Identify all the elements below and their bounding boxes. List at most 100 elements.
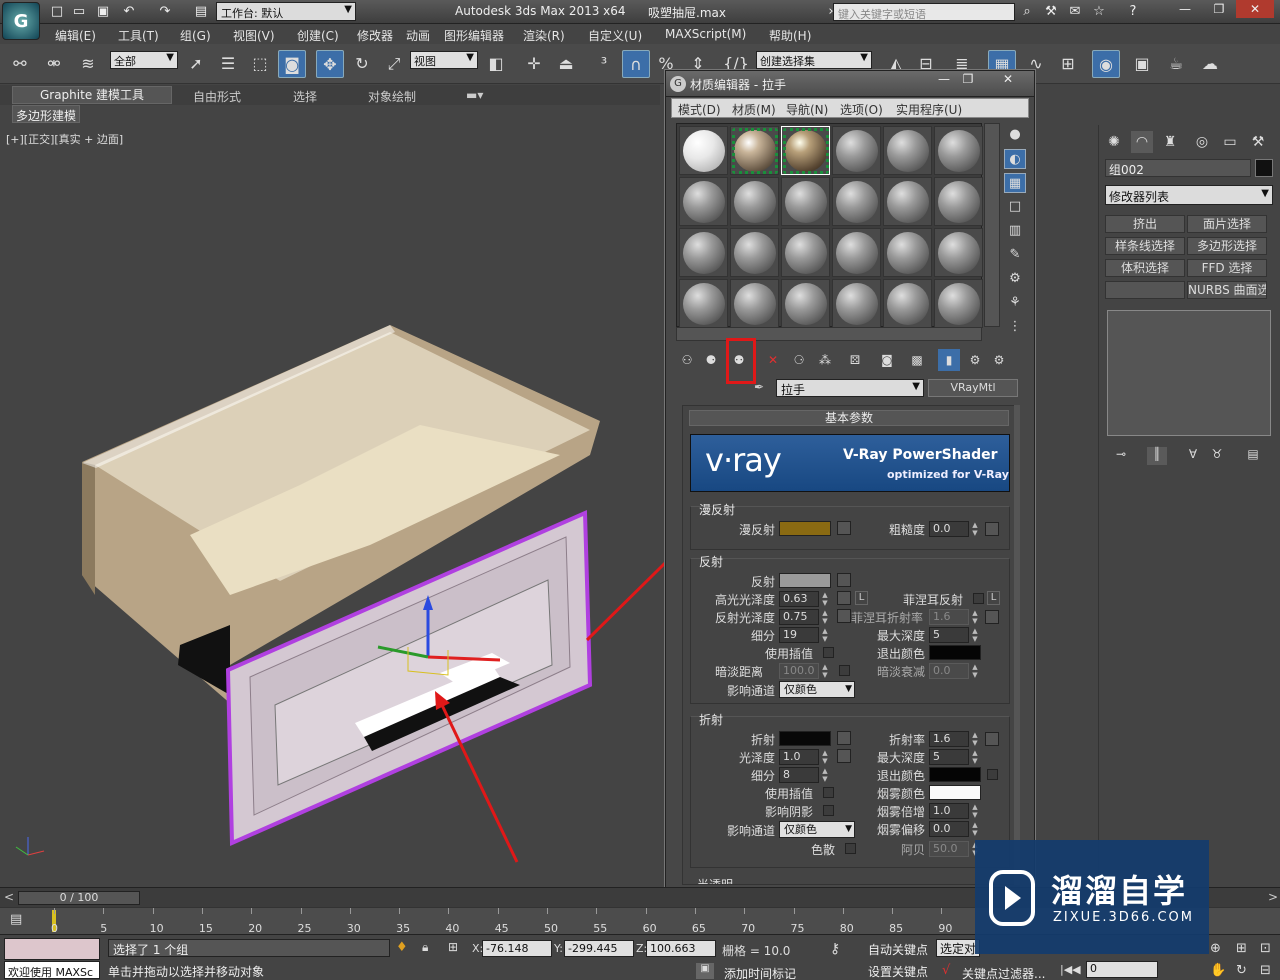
pan-icon[interactable]: ✋ [1210, 963, 1226, 978]
add-time-tag[interactable]: 添加时间标记 [724, 965, 796, 980]
menu-edit[interactable]: 编辑(E) [55, 27, 96, 44]
object-name-field[interactable]: 组002 [1105, 159, 1251, 177]
utilities-tab-icon[interactable]: ⚒ [1247, 131, 1269, 153]
hilight-gloss-field[interactable]: 0.63 [779, 591, 819, 607]
eyedropper-icon[interactable]: ✒ [754, 380, 770, 396]
refract-subdivs-field[interactable]: 8 [779, 767, 819, 783]
maxscript-mini-listener[interactable]: 欢迎使用 MAXSc [4, 961, 100, 979]
sample-slot[interactable] [934, 228, 983, 277]
menu-customize[interactable]: 自定义(U) [588, 27, 642, 44]
tab-freeform[interactable]: 自由形式 [193, 88, 241, 105]
hilight-lock-button[interactable]: L [855, 591, 868, 605]
key-filters-button[interactable]: 关键点过滤器... [962, 965, 1045, 980]
object-color-swatch[interactable] [1255, 159, 1273, 177]
angle-snap-icon[interactable]: ∩ [622, 50, 650, 78]
material-type-button[interactable]: VRayMtl [928, 379, 1018, 397]
slots-horizontal-scrollbar[interactable] [676, 327, 982, 341]
undo-icon[interactable]: ↶ [120, 3, 138, 20]
rect-selection-icon[interactable]: ⬚ [246, 50, 274, 78]
new-file-icon[interactable]: □ [48, 3, 66, 20]
put-to-library-icon[interactable]: ⚄ [844, 349, 866, 371]
material-editor-icon[interactable]: ◉ [1092, 50, 1120, 78]
show-map-icon[interactable]: ▩ [906, 349, 928, 371]
video-color-check-icon[interactable]: ▥ [1004, 221, 1026, 241]
menu-material[interactable]: 材质(M) [732, 101, 776, 118]
select-rotate-icon[interactable]: ↻ [348, 50, 376, 78]
use-interp-checkbox[interactable] [823, 647, 834, 658]
fog-color-swatch[interactable] [929, 785, 981, 800]
auto-key-button[interactable]: 自动关键点 [868, 941, 928, 959]
menu-modifiers[interactable]: 修改器 [357, 27, 393, 44]
material-name-field[interactable]: 拉手 ▼ [776, 379, 924, 397]
maximize-button[interactable]: ❐ [1200, 0, 1238, 18]
menu-tools[interactable]: 工具(T) [118, 27, 159, 44]
sample-slot[interactable] [679, 228, 728, 277]
abs-rel-mode-icon[interactable]: ⊞ [448, 940, 458, 954]
spinner-icon[interactable]: ▲▼ [971, 749, 979, 765]
search-input[interactable]: 键入关键字或短语 [833, 3, 1015, 21]
spinner-icon[interactable]: ▲▼ [821, 609, 829, 625]
time-prev-icon[interactable]: < [4, 890, 14, 904]
menu-group[interactable]: 组(G) [180, 27, 211, 44]
spinner-icon[interactable]: ▲▼ [971, 627, 979, 643]
subscription-icon[interactable]: ⚒ [1042, 3, 1060, 20]
ior-field[interactable]: 1.6 [929, 731, 969, 747]
window-crossing-icon[interactable]: ◙ [278, 50, 306, 78]
material-id-icon[interactable]: ◙ [876, 349, 898, 371]
rollout-scrollbar[interactable] [1014, 405, 1020, 885]
refl-gloss-map-button[interactable] [837, 609, 851, 623]
key-icon[interactable]: ⚷ [830, 941, 840, 957]
sample-slot[interactable] [832, 126, 881, 175]
go-to-parent-icon[interactable]: ⚙ [964, 349, 986, 371]
options-icon[interactable]: ⚙ [1004, 269, 1026, 289]
modify-tab-icon[interactable]: ◠ [1131, 131, 1153, 153]
dispersion-checkbox[interactable] [845, 843, 856, 854]
bind-spacewarp-icon[interactable]: ≋ [74, 50, 102, 78]
rollout-header[interactable]: 基本参数 [689, 410, 1009, 426]
display-tab-icon[interactable]: ▭ [1219, 131, 1241, 153]
sample-slot[interactable] [679, 279, 728, 328]
menu-navigation[interactable]: 导航(N) [786, 101, 828, 118]
fresnel-checkbox[interactable] [973, 593, 984, 604]
mini-curve-editor-icon[interactable]: ▤ [10, 912, 30, 932]
menu-views[interactable]: 视图(V) [233, 27, 275, 44]
sample-slot[interactable] [730, 279, 779, 328]
render-production-icon[interactable]: ☁ [1196, 50, 1224, 78]
fog-mult-field[interactable]: 1.0 [929, 803, 969, 819]
ref-coord-dropdown[interactable]: 视图 ▼ [410, 51, 478, 69]
sample-slot[interactable] [730, 177, 779, 226]
sample-slot[interactable] [781, 279, 830, 328]
pivot-center-icon[interactable]: ◧ [482, 50, 510, 78]
modifier-list-dropdown[interactable]: 修改器列表 ▼ [1105, 185, 1273, 205]
modifier-stack[interactable] [1107, 310, 1271, 436]
open-file-icon[interactable]: ▭ [70, 3, 88, 20]
backlight-icon[interactable]: ◐ [1004, 149, 1026, 169]
go-to-start-icon[interactable]: |◀◀ [1060, 963, 1081, 976]
favorites-star-icon[interactable]: ☆ [1090, 3, 1108, 20]
selection-set-dropdown[interactable]: 选定对 [936, 939, 980, 957]
redo-icon[interactable]: ↷ [156, 3, 174, 20]
sample-slot[interactable] [832, 279, 881, 328]
link-icon[interactable]: ⚯ [6, 50, 34, 78]
sample-slot[interactable] [883, 279, 932, 328]
sample-slot[interactable] [934, 177, 983, 226]
spinner-icon[interactable]: ▲▼ [821, 749, 829, 765]
refract-affect-dropdown[interactable]: 仅颜色 ▼ [779, 821, 855, 838]
set-key-button[interactable]: 设置关键点 [868, 963, 928, 980]
maxscript-listener[interactable] [4, 938, 100, 960]
menu-utilities[interactable]: 实用程序(U) [896, 101, 962, 118]
spinner-icon[interactable]: ▲▼ [971, 663, 979, 679]
exit-color-swatch[interactable] [929, 645, 981, 660]
roughness-field[interactable]: 0.0 [929, 521, 969, 537]
assign-material-icon[interactable]: ⚉ [728, 349, 750, 371]
affect-channels-dropdown[interactable]: 仅颜色 ▼ [779, 681, 855, 698]
diffuse-map-button[interactable] [837, 521, 851, 535]
spline-select-button[interactable]: 样条线选择 [1105, 237, 1185, 255]
select-by-material-icon[interactable]: ⚘ [1004, 293, 1026, 313]
ior-map-button[interactable] [985, 732, 999, 746]
make-unique-icon[interactable]: ⁂ [814, 349, 836, 371]
material-editor-titlebar[interactable]: G 材质编辑器 - 拉手 — ❐ ✕ [666, 71, 1034, 97]
sample-slot[interactable] [832, 228, 881, 277]
refract-interp-checkbox[interactable] [823, 787, 834, 798]
help-icon[interactable]: ? [1124, 3, 1142, 20]
